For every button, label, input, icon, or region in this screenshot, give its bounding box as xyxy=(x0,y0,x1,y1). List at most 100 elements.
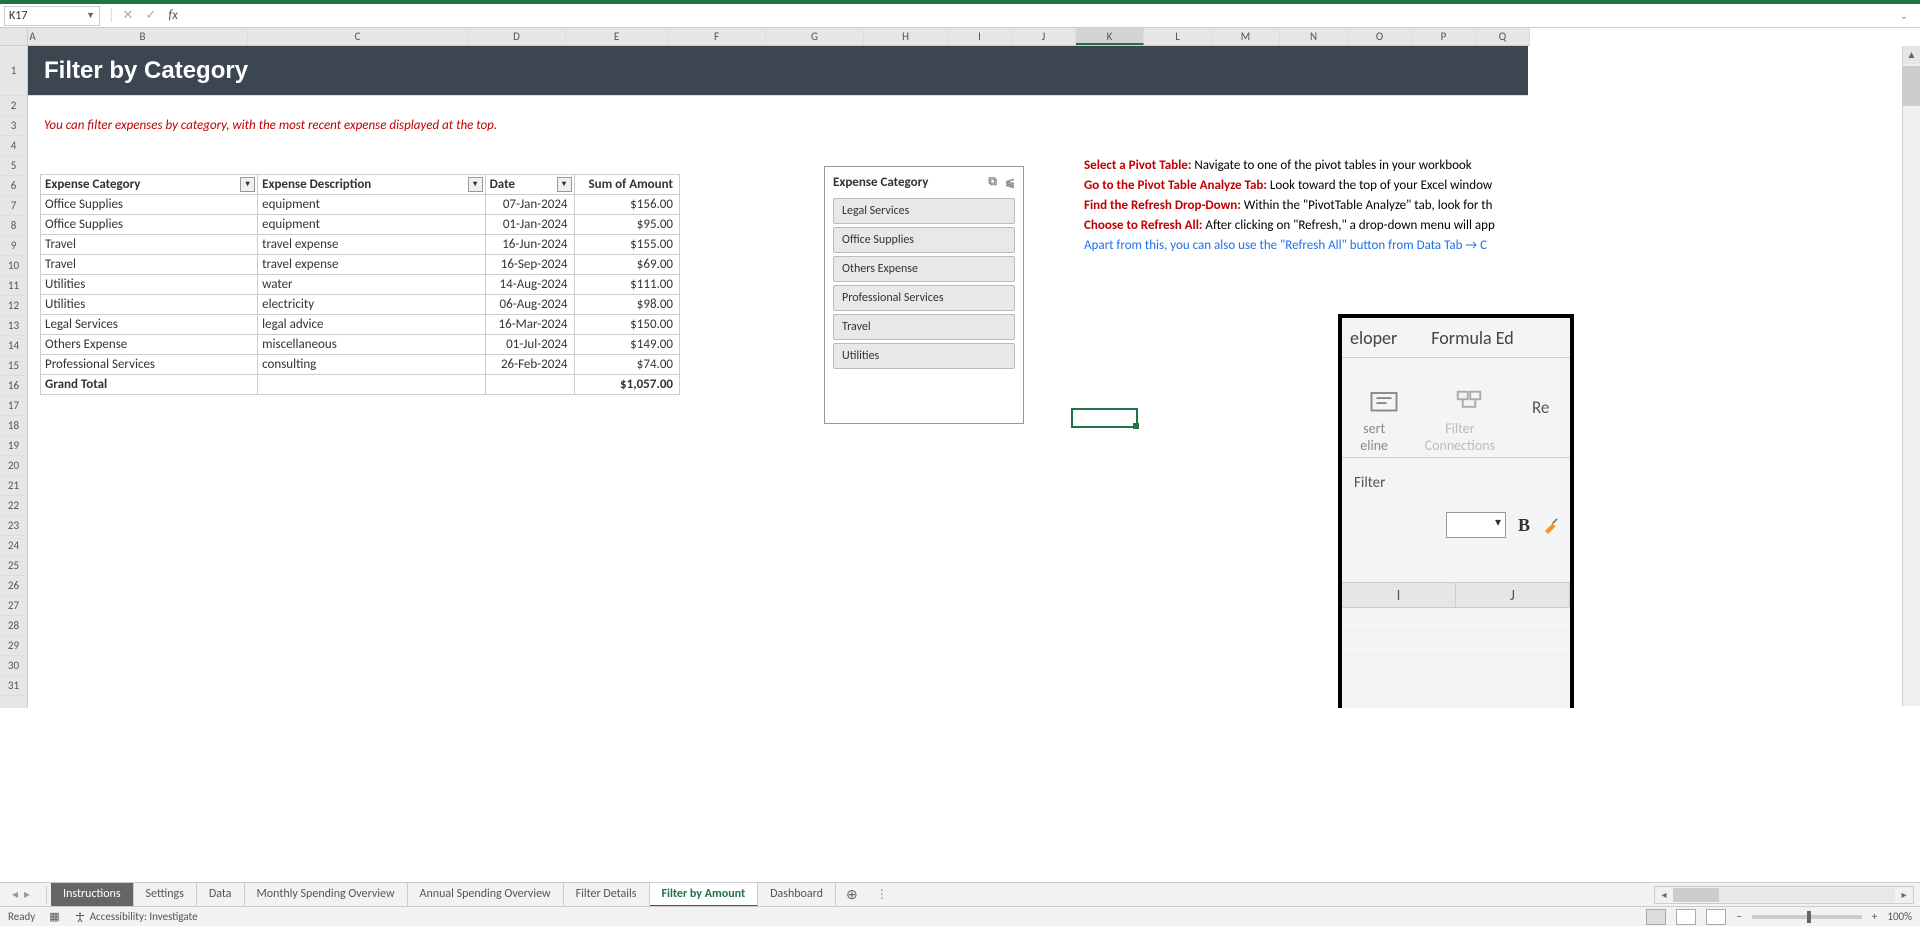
filter-dropdown-icon[interactable]: ▾ xyxy=(240,177,255,192)
scroll-thumb[interactable] xyxy=(1903,66,1920,106)
column-header-n[interactable]: N xyxy=(1280,28,1348,45)
slicer-expense-category[interactable]: Expense Category ⧉ ⫹ Legal ServicesOffic… xyxy=(824,166,1024,424)
row-header-10[interactable]: 10 xyxy=(0,256,27,276)
zoom-in-button[interactable]: + xyxy=(1872,910,1877,923)
pivot-header[interactable]: Expense Description▾ xyxy=(258,175,485,195)
column-header-i[interactable]: I xyxy=(948,28,1012,45)
sheet-tab[interactable]: Dashboard xyxy=(758,883,836,907)
slicer-item[interactable]: Others Expense xyxy=(833,256,1015,282)
row-header-24[interactable]: 24 xyxy=(0,536,27,556)
macro-record-icon[interactable]: ▦ xyxy=(49,910,59,923)
new-sheet-button[interactable]: ⊕ xyxy=(836,886,868,903)
column-header-q[interactable]: Q xyxy=(1476,28,1530,45)
view-normal-button[interactable] xyxy=(1646,909,1666,925)
accessibility-icon[interactable]: Accessibility: Investigate xyxy=(74,910,198,923)
row-header-31[interactable]: 31 xyxy=(0,676,27,696)
table-row[interactable]: Traveltravel expense16-Jun-2024$155.00 xyxy=(41,235,680,255)
slicer-multi-select-icon[interactable]: ⧉ xyxy=(988,175,997,190)
horizontal-scrollbar[interactable]: ◂ ▸ xyxy=(1654,886,1914,904)
view-page-layout-button[interactable] xyxy=(1676,909,1696,925)
pivot-header[interactable]: Expense Category▾ xyxy=(41,175,258,195)
select-all-triangle[interactable] xyxy=(0,28,28,46)
vertical-scrollbar[interactable]: ▲ xyxy=(1902,46,1920,706)
zoom-slider[interactable] xyxy=(1752,915,1862,919)
row-header-6[interactable]: 6 xyxy=(0,176,27,196)
cancel-icon[interactable]: ✕ xyxy=(123,8,134,23)
pivot-header[interactable]: Sum of Amount xyxy=(574,175,679,195)
row-header-21[interactable]: 21 xyxy=(0,476,27,496)
row-header-5[interactable]: 5 xyxy=(0,156,27,176)
hscroll-left-icon[interactable]: ◂ xyxy=(1655,888,1673,901)
tab-nav-next-icon[interactable]: ▸ xyxy=(24,887,30,902)
row-header-8[interactable]: 8 xyxy=(0,216,27,236)
sheet-tab[interactable]: Filter by Amount xyxy=(650,883,759,907)
column-header-a[interactable]: A xyxy=(28,28,38,45)
row-header-11[interactable]: 11 xyxy=(0,276,27,296)
slicer-item[interactable]: Legal Services xyxy=(833,198,1015,224)
column-header-c[interactable]: C xyxy=(248,28,468,45)
row-header-3[interactable]: 3 xyxy=(0,116,27,136)
formula-bar-expand-icon[interactable]: ⌄ xyxy=(1892,9,1916,22)
filter-dropdown-icon[interactable]: ▾ xyxy=(468,177,483,192)
row-header-25[interactable]: 25 xyxy=(0,556,27,576)
slicer-item[interactable]: Office Supplies xyxy=(833,227,1015,253)
zoom-out-button[interactable]: − xyxy=(1736,910,1741,923)
table-row[interactable]: Traveltravel expense16-Sep-2024$69.00 xyxy=(41,255,680,275)
active-cell-k17[interactable] xyxy=(1071,408,1138,428)
row-header-17[interactable]: 17 xyxy=(0,396,27,416)
column-header-j[interactable]: J xyxy=(1012,28,1076,45)
name-box[interactable]: K17 ▼ xyxy=(4,6,100,26)
column-header-h[interactable]: H xyxy=(864,28,948,45)
row-header-15[interactable]: 15 xyxy=(0,356,27,376)
row-header-18[interactable]: 18 xyxy=(0,416,27,436)
row-header-28[interactable]: 28 xyxy=(0,616,27,636)
hscroll-right-icon[interactable]: ▸ xyxy=(1895,888,1913,901)
row-header-14[interactable]: 14 xyxy=(0,336,27,356)
column-header-m[interactable]: M xyxy=(1212,28,1280,45)
row-header-29[interactable]: 29 xyxy=(0,636,27,656)
hscroll-thumb[interactable] xyxy=(1673,888,1719,902)
table-row[interactable]: Others Expensemiscellaneous01-Jul-2024$1… xyxy=(41,335,680,355)
sheet-tab[interactable]: Data xyxy=(197,883,245,907)
sheet-tab[interactable]: Settings xyxy=(134,883,197,907)
grand-total-row[interactable]: Grand Total$1,057.00 xyxy=(41,375,680,395)
fx-icon[interactable]: fx xyxy=(168,8,178,23)
sheet-tab[interactable]: Monthly Spending Overview xyxy=(245,883,408,907)
tab-nav-prev-icon[interactable]: ◂ xyxy=(12,887,18,902)
slicer-item[interactable]: Utilities xyxy=(833,343,1015,369)
embedded-screenshot[interactable]: eloper Formula Ed Re serteline FilterCon… xyxy=(1338,314,1574,708)
row-header-26[interactable]: 26 xyxy=(0,576,27,596)
name-box-dropdown-icon[interactable]: ▼ xyxy=(86,10,95,21)
row-header-12[interactable]: 12 xyxy=(0,296,27,316)
row-headers[interactable]: 1234567891011121314151617181920212223242… xyxy=(0,46,28,708)
sheet-tab[interactable]: Filter Details xyxy=(564,883,650,907)
row-header-22[interactable]: 22 xyxy=(0,496,27,516)
row-header-23[interactable]: 23 xyxy=(0,516,27,536)
row-header-20[interactable]: 20 xyxy=(0,456,27,476)
zoom-level[interactable]: 100% xyxy=(1887,910,1912,923)
pivot-header[interactable]: Date▾ xyxy=(485,175,574,195)
row-header-2[interactable]: 2 xyxy=(0,96,27,116)
table-row[interactable]: Professional Servicesconsulting26-Feb-20… xyxy=(41,355,680,375)
column-header-d[interactable]: D xyxy=(468,28,566,45)
pivot-table[interactable]: Expense Category▾Expense Description▾Dat… xyxy=(40,174,680,395)
column-header-b[interactable]: B xyxy=(38,28,248,45)
row-header-16[interactable]: 16 xyxy=(0,376,27,396)
column-headers[interactable]: ABCDEFGHIJKLMNOPQ xyxy=(28,28,1530,46)
row-header-30[interactable]: 30 xyxy=(0,656,27,676)
sheet-tab[interactable]: Instructions xyxy=(51,883,133,907)
sheet-tab[interactable]: Annual Spending Overview xyxy=(408,883,564,907)
row-header-19[interactable]: 19 xyxy=(0,436,27,456)
row-header-4[interactable]: 4 xyxy=(0,136,27,156)
table-row[interactable]: Office Suppliesequipment07-Jan-2024$156.… xyxy=(41,195,680,215)
row-header-9[interactable]: 9 xyxy=(0,236,27,256)
row-header-7[interactable]: 7 xyxy=(0,196,27,216)
column-header-p[interactable]: P xyxy=(1412,28,1476,45)
row-header-1[interactable]: 1 xyxy=(0,46,27,96)
filter-dropdown-icon[interactable]: ▾ xyxy=(557,177,572,192)
column-header-l[interactable]: L xyxy=(1144,28,1212,45)
sheet-body[interactable]: Filter by Category You can filter expens… xyxy=(28,46,1920,708)
view-page-break-button[interactable] xyxy=(1706,909,1726,925)
scroll-up-icon[interactable]: ▲ xyxy=(1903,46,1920,64)
table-row[interactable]: Utilitieswater14-Aug-2024$111.00 xyxy=(41,275,680,295)
